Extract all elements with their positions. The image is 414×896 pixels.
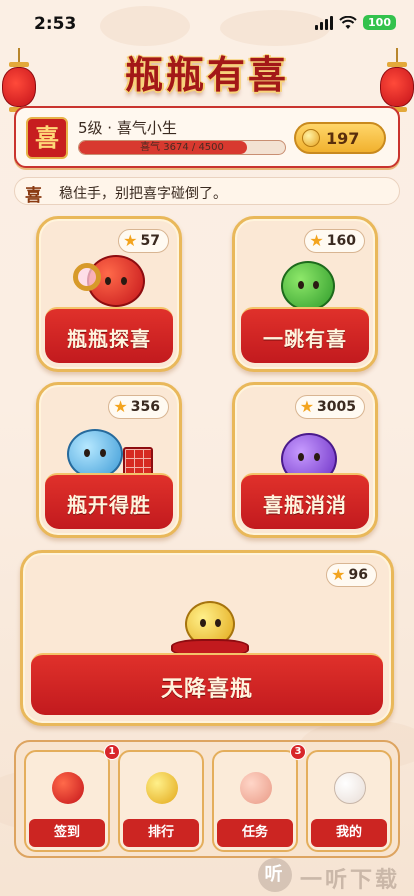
nav-label: 签到 (53, 825, 80, 840)
watermark-text: 一听下载 (300, 868, 401, 893)
game-banner: 天降喜瓶 (31, 653, 383, 715)
avatar[interactable]: 喜 (26, 117, 68, 159)
star-count: 160 (326, 233, 356, 249)
nav-label: 任务 (241, 825, 268, 840)
red-bottle-icon (52, 772, 84, 804)
xi-icon: 喜 (25, 186, 42, 206)
star-icon: ★ (123, 231, 138, 250)
nav-label: 排行 (147, 825, 174, 840)
watermark-logo-icon: 听 (258, 858, 292, 892)
signal-icon (315, 15, 334, 30)
coin-value: 197 (326, 129, 360, 148)
game-banner: 瓶瓶探喜 (45, 307, 173, 363)
nav-item-profile[interactable]: 我的 (306, 750, 392, 852)
page-title: 瓶瓶有喜 (124, 52, 289, 97)
star-icon: ★ (299, 397, 315, 416)
coin-balance[interactable]: 197 (294, 122, 386, 154)
nav-badge-checkin: 1 (104, 744, 120, 760)
game-card-xiping-xiaoxiao[interactable]: ★ 3005 喜瓶消消 (232, 382, 378, 538)
star-count: 356 (130, 399, 160, 415)
coin-icon (302, 129, 320, 147)
nav-badge-tasks: 3 (290, 744, 306, 760)
profile-card[interactable]: 喜 5级 · 喜气小生 喜气 3674 / 4500 197 (14, 106, 400, 168)
xp-progress-text: 喜气 3674 / 4500 (140, 142, 224, 153)
blue-bottle-character-icon (67, 429, 123, 479)
game-label: 瓶瓶探喜 (67, 327, 151, 351)
battery-icon: 100 (363, 15, 396, 30)
xp-progress-bar: 喜气 3674 / 4500 (78, 140, 286, 155)
game-banner: 瓶开得胜 (45, 473, 173, 529)
star-icon: ★ (113, 397, 128, 416)
nav-item-tasks[interactable]: 任务 (212, 750, 298, 852)
tip-bar: 喜 稳住手，别把喜字碰倒了。 (14, 177, 400, 206)
game-banner: 一跳有喜 (241, 307, 369, 363)
star-count: 57 (140, 233, 160, 249)
game-banner: 喜瓶消消 (241, 473, 369, 529)
nav-item-ranking[interactable]: 排行 (118, 750, 204, 852)
game-card-pingping-tanxi[interactable]: ★ 57 瓶瓶探喜 (36, 216, 182, 372)
status-time: 2:53 (34, 14, 77, 34)
green-bottle-character-icon (281, 261, 335, 311)
game-label: 天降喜瓶 (160, 677, 253, 702)
star-badge: ★ 356 (108, 395, 169, 419)
trophy-bottle-icon (146, 772, 178, 804)
status-icons: 100 (315, 15, 396, 30)
magnifier-icon (73, 263, 101, 291)
nav-item-checkin[interactable]: 签到 (24, 750, 110, 852)
bottom-navigation: 签到 排行 任务 我的 1 3 (14, 740, 400, 858)
star-badge: ★ 160 (304, 229, 365, 253)
game-label: 喜瓶消消 (263, 493, 347, 517)
white-bottle-icon (334, 772, 366, 804)
star-icon: ★ (309, 231, 324, 250)
game-card-yitiao-youxi[interactable]: ★ 160 一跳有喜 (232, 216, 378, 372)
star-count: 3005 (317, 399, 356, 415)
game-label: 一跳有喜 (263, 327, 347, 351)
wifi-icon (339, 15, 357, 29)
star-badge: ★ 57 (118, 229, 169, 253)
scroll-bottle-icon (240, 772, 272, 804)
star-badge: ★ 96 (326, 563, 377, 587)
nav-label: 我的 (335, 825, 362, 840)
star-badge: ★ 3005 (294, 395, 365, 419)
star-count: 96 (348, 567, 368, 583)
status-bar: 2:53 100 (0, 0, 414, 48)
star-icon: ★ (331, 565, 346, 584)
level-title: 5级 · 喜气小生 (78, 119, 177, 137)
watermark: 听 一听下载 (258, 856, 414, 896)
tip-text: 稳住手，别把喜字碰倒了。 (59, 186, 227, 202)
game-label: 瓶开得胜 (67, 493, 151, 517)
game-card-pingkai-desheng[interactable]: ★ 356 瓶开得胜 (36, 382, 182, 538)
game-card-tianjiang-xiping[interactable]: ★ 96 天降喜瓶 (20, 550, 394, 726)
